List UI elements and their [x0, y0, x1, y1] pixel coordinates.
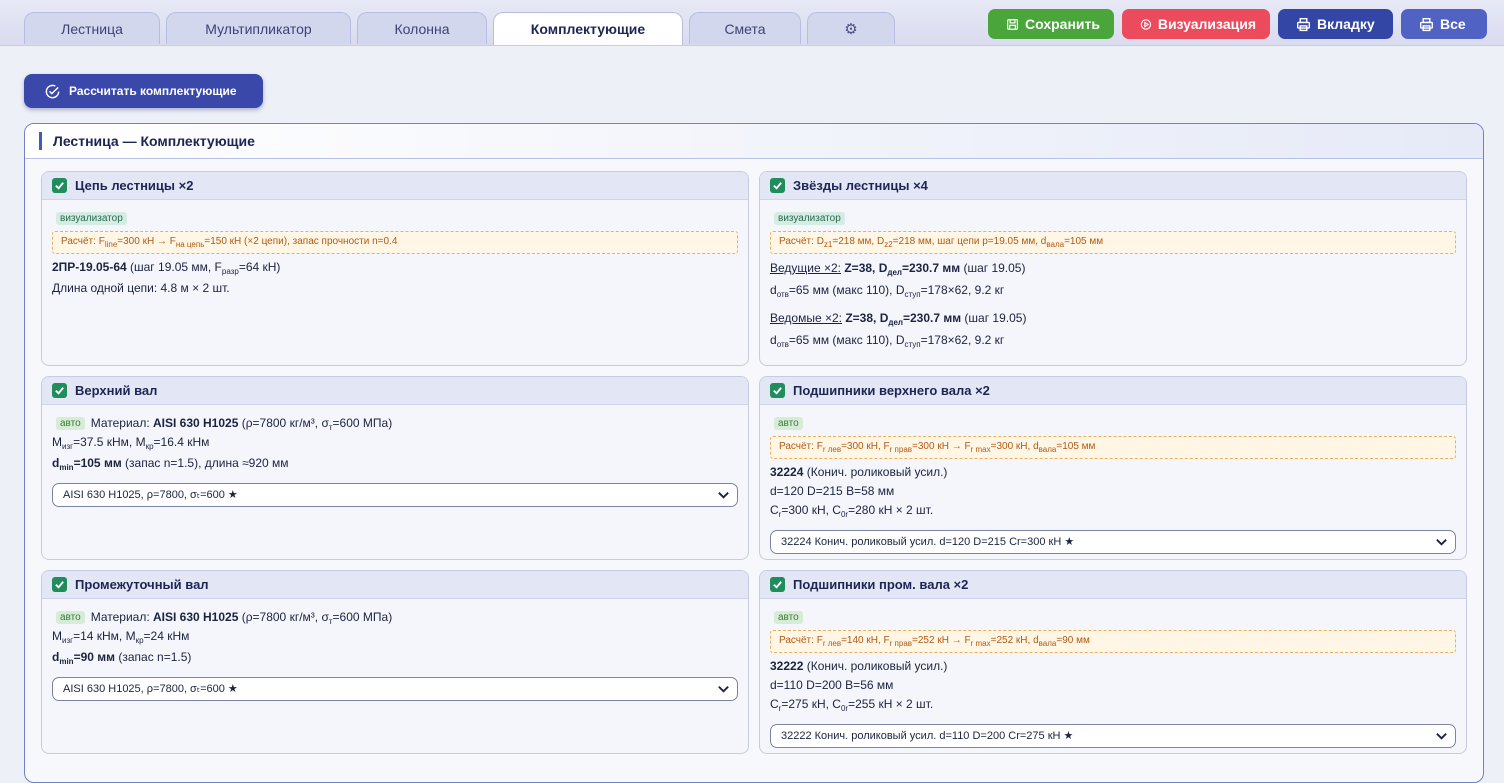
auto-tag: авто: [56, 611, 85, 624]
drive-sprockets-dims: dотв=65 мм (макс 110), Dступ=178×62, 9.2…: [770, 283, 1005, 299]
card-title: Подшипники верхнего вала ×2: [793, 383, 990, 398]
upper-bearings-checkbox[interactable]: [770, 383, 785, 398]
visualizer-tag: визуализатор: [774, 212, 845, 225]
checkmark-icon: [773, 387, 782, 395]
bearing-ratings: Cr=300 кН, C0r=280 кН × 2 шт.: [770, 503, 934, 519]
shaft-diameter: dmin=105 мм (запас n=1.5), длина ≈920 мм: [52, 456, 289, 472]
card-title: Верхний вал: [75, 383, 158, 398]
shaft-material: авто Материал: AISI 630 H1025 (ρ=7800 кг/…: [52, 608, 738, 627]
check-circle-icon: [45, 84, 60, 98]
card-header: Подшипники верхнего вала ×2: [760, 377, 1466, 405]
bearing-select-value: 32222 Конич. роликовый усил. d=110 D=200…: [781, 730, 1074, 742]
card-title: Звёзды лестницы ×4: [793, 178, 928, 193]
tab-estimate[interactable]: Смета: [689, 12, 801, 44]
shaft-diameter: dmin=90 мм (запас n=1.5): [52, 650, 192, 666]
card-header: Подшипники пром. вала ×2: [760, 571, 1466, 599]
shaft-moments: Mизг=14 кНм, Mкр=24 кНм: [52, 629, 190, 645]
calculation-note: Расчёт: Fr лев=140 кН, Fr прав=252 кН → …: [770, 630, 1456, 653]
card-title: Подшипники пром. вала ×2: [793, 577, 969, 592]
action-buttons: Сохранить Визуализация Вкладку Все: [988, 9, 1487, 39]
tab-column[interactable]: Колонна: [357, 12, 487, 44]
chevron-down-icon: [1436, 539, 1447, 546]
chevron-down-icon: [718, 686, 729, 693]
chain-spec: 2ПР-19.05-64 (шаг 19.05 мм, Fразр=64 кН): [52, 260, 281, 276]
tab-components[interactable]: Комплектующие: [493, 12, 683, 45]
sprockets-checkbox[interactable]: [770, 178, 785, 193]
save-button[interactable]: Сохранить: [988, 9, 1114, 39]
visualize-button[interactable]: Визуализация: [1122, 9, 1270, 39]
section-accent-bar: [39, 132, 42, 150]
bearing-select-value: 32224 Конич. роликовый усил. d=120 D=215…: [781, 536, 1075, 548]
top-bar: Лестница Мультипликатор Колонна Комплект…: [0, 0, 1504, 46]
chevron-down-icon: [718, 492, 729, 499]
section-title: Лестница — Комплектующие: [53, 133, 255, 149]
mid-shaft-checkbox[interactable]: [52, 577, 67, 592]
material-select[interactable]: AISI 630 H1025, ρ=7800, σₜ=600 ★: [52, 483, 738, 507]
calculate-components-label: Рассчитать комплектующие: [69, 84, 237, 98]
auto-tag: авто: [56, 417, 85, 430]
calculation-note: Расчёт: Fline=300 кН → Fна цепь=150 кН (…: [52, 231, 738, 254]
card-upper-shaft: Верхний вал авто Материал: AISI 630 H1025…: [41, 376, 749, 560]
print-tab-button[interactable]: Вкладку: [1278, 9, 1393, 39]
material-select-value: AISI 630 H1025, ρ=7800, σₜ=600 ★: [63, 489, 238, 501]
chain-checkbox[interactable]: [52, 178, 67, 193]
bearing-select[interactable]: 32222 Конич. роликовый усил. d=110 D=200…: [770, 724, 1456, 748]
driven-sprockets: Ведомые ×2: Z=38, Dдел=230.7 мм (шаг 19.…: [770, 311, 1027, 327]
print-tab-label: Вкладку: [1317, 16, 1375, 32]
card-header: Звёзды лестницы ×4: [760, 172, 1466, 200]
printer-icon: [1419, 17, 1434, 31]
print-all-button[interactable]: Все: [1401, 9, 1487, 39]
shaft-material: авто Материал: AISI 630 H1025 (ρ=7800 кг/…: [52, 414, 738, 433]
mid-bearings-checkbox[interactable]: [770, 577, 785, 592]
section-header: Лестница — Комплектующие: [25, 124, 1483, 159]
card-header: Верхний вал: [42, 377, 748, 405]
auto-tag: авто: [774, 611, 803, 624]
floppy-icon: [1007, 18, 1019, 30]
card-header: Промежуточный вал: [42, 571, 748, 599]
bearing-model: 32224 (Конич. роликовый усил.): [770, 465, 948, 479]
auto-tag: авто: [774, 417, 803, 430]
upper-shaft-checkbox[interactable]: [52, 383, 67, 398]
calculation-note: Расчёт: Fr лев=300 кН, Fr прав=300 кН → …: [770, 436, 1456, 459]
visualize-button-label: Визуализация: [1157, 16, 1256, 32]
material-select-value: AISI 630 H1025, ρ=7800, σₜ=600 ★: [63, 683, 238, 695]
shaft-moments: Mизг=37.5 кНм, Mкр=16.4 кНм: [52, 435, 210, 451]
card-ladder-chain: Цепь лестницы ×2 визуализатор Расчёт: Fl…: [41, 171, 749, 366]
calculate-components-button[interactable]: Рассчитать комплектующие: [24, 74, 263, 108]
ladder-components-section: Лестница — Комплектующие Цепь лестницы ×…: [24, 123, 1484, 783]
card-title: Цепь лестницы ×2: [75, 178, 194, 193]
chain-length: Длина одной цепи: 4.8 м × 2 шт.: [52, 281, 230, 295]
tab-settings[interactable]: ⚙: [807, 12, 895, 44]
save-button-label: Сохранить: [1025, 16, 1100, 32]
card-intermediate-shaft: Промежуточный вал авто Материал: AISI 630…: [41, 570, 749, 754]
card-ladder-sprockets: Звёзды лестницы ×4 визуализатор Расчёт: …: [759, 171, 1467, 366]
bearing-dimensions: d=110 D=200 B=56 мм: [770, 678, 894, 692]
card-header: Цепь лестницы ×2: [42, 172, 748, 200]
play-circle-icon: [1140, 18, 1152, 30]
checkmark-icon: [773, 581, 782, 589]
checkmark-icon: [55, 387, 64, 395]
card-intermediate-shaft-bearings: Подшипники пром. вала ×2 авто Расчёт: Fr…: [759, 570, 1467, 754]
tab-bar: Лестница Мультипликатор Колонна Комплект…: [24, 12, 895, 45]
drive-sprockets: Ведущие ×2: Z=38, Dдел=230.7 мм (шаг 19.…: [770, 261, 1026, 277]
tab-multiplier[interactable]: Мультипликатор: [166, 12, 351, 44]
bearing-model: 32222 (Конич. роликовый усил.): [770, 659, 948, 673]
print-all-label: Все: [1440, 16, 1466, 32]
chevron-down-icon: [1436, 733, 1447, 740]
calculation-note: Расчёт: Dz1=218 мм, Dz2=218 мм, шаг цепи…: [770, 231, 1456, 254]
checkmark-icon: [773, 182, 782, 190]
printer-icon: [1296, 17, 1311, 31]
gear-icon: ⚙: [844, 20, 858, 38]
driven-sprockets-dims: dотв=65 мм (макс 110), Dступ=178×62, 9.2…: [770, 333, 1005, 349]
visualizer-tag: визуализатор: [56, 212, 127, 225]
checkmark-icon: [55, 581, 64, 589]
card-title: Промежуточный вал: [75, 577, 209, 592]
material-select[interactable]: AISI 630 H1025, ρ=7800, σₜ=600 ★: [52, 677, 738, 701]
card-upper-shaft-bearings: Подшипники верхнего вала ×2 авто Расчёт:…: [759, 376, 1467, 560]
bearing-ratings: Cr=275 кН, C0r=255 кН × 2 шт.: [770, 697, 934, 713]
bearing-dimensions: d=120 D=215 B=58 мм: [770, 484, 895, 498]
bearing-select[interactable]: 32224 Конич. роликовый усил. d=120 D=215…: [770, 530, 1456, 554]
checkmark-icon: [55, 182, 64, 190]
tab-ladder[interactable]: Лестница: [24, 12, 160, 44]
